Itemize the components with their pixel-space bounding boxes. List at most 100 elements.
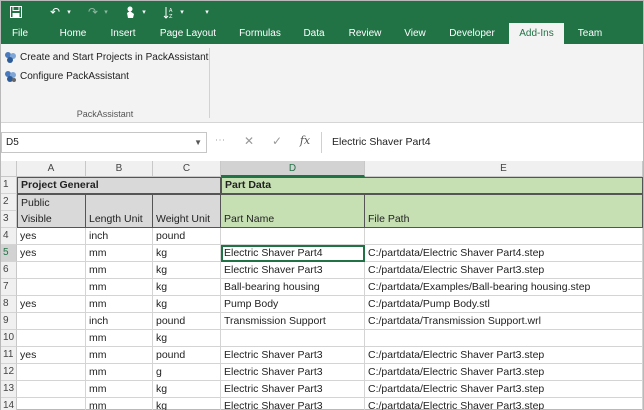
row-header[interactable]: 1 [1,177,17,194]
tab-data[interactable]: Data [295,23,333,44]
row-header[interactable]: 4 [1,228,17,245]
redo-dropdown-icon[interactable]: ▾ [102,4,110,20]
cell-a11[interactable]: yes [17,347,86,364]
redo-icon[interactable]: ↷ [85,4,101,20]
touch-mode-icon[interactable] [123,4,139,20]
row-header[interactable]: 2 [1,194,17,211]
cell-d6[interactable]: Electric Shaver Part3 [221,262,365,279]
cell-a1[interactable]: Project General [17,177,221,194]
tab-review[interactable]: Review [341,23,389,44]
insert-function-icon[interactable]: fx [297,134,313,150]
cell-b12[interactable]: mm [86,364,153,381]
row-header[interactable]: 13 [1,381,17,398]
column-header-d[interactable]: D [221,161,365,177]
cell-d8[interactable]: Pump Body [221,296,365,313]
cell-b14[interactable]: mm [86,398,153,410]
row-header[interactable]: 6 [1,262,17,279]
column-header-c[interactable]: C [153,161,221,177]
cell-d13[interactable]: Electric Shaver Part3 [221,381,365,398]
name-box-dropdown-icon[interactable]: ▼ [194,133,202,152]
cell-e13[interactable]: C:/partdata/Electric Shaver Part3.step [365,381,643,398]
undo-icon[interactable]: ↶ [47,4,63,20]
cell-c12[interactable]: g [153,364,221,381]
row-header[interactable]: 10 [1,330,17,347]
cell-e11[interactable]: C:/partdata/Electric Shaver Part3.step [365,347,643,364]
tab-file[interactable]: File [3,23,37,44]
cell-b10[interactable]: mm [86,330,153,347]
undo-dropdown-icon[interactable]: ▾ [65,4,73,20]
row-header[interactable]: 12 [1,364,17,381]
cell-b7[interactable]: mm [86,279,153,296]
cell-d5[interactable]: Electric Shaver Part4 [221,245,365,262]
cell-e4[interactable] [365,228,643,245]
cell-d9[interactable]: Transmission Support [221,313,365,330]
cell-a9[interactable] [17,313,86,330]
tab-formulas[interactable]: Formulas [231,23,289,44]
row-header[interactable]: 9 [1,313,17,330]
cell-e9[interactable]: C:/partdata/Transmission Support.wrl [365,313,643,330]
cell-c11[interactable]: pound [153,347,221,364]
cell-c7[interactable]: kg [153,279,221,296]
cell-c10[interactable]: kg [153,330,221,347]
cell-d14[interactable]: Electric Shaver Part3 [221,398,365,410]
save-icon[interactable] [8,4,24,20]
cell-a6[interactable] [17,262,86,279]
row-header[interactable]: 8 [1,296,17,313]
cell-a14[interactable] [17,398,86,410]
cell-e12[interactable]: C:/partdata/Electric Shaver Part3.step [365,364,643,381]
cell-a13[interactable] [17,381,86,398]
cell-d7[interactable]: Ball-bearing housing [221,279,365,296]
cell-a7[interactable] [17,279,86,296]
customize-toolbar-icon[interactable]: ▾ [202,4,212,20]
cell-a8[interactable]: yes [17,296,86,313]
cell-c9[interactable]: pound [153,313,221,330]
cell-c3[interactable]: Weight Unit [153,194,221,228]
cell-b4[interactable]: inch [86,228,153,245]
cell-e8[interactable]: C:/partdata/Pump Body.stl [365,296,643,313]
cell-c6[interactable]: kg [153,262,221,279]
row-header[interactable]: 14 [1,398,17,410]
enter-icon[interactable]: ✓ [269,134,285,150]
row-header[interactable]: 5 [1,245,17,262]
tab-team[interactable]: Team [570,23,610,44]
sort-icon[interactable]: AZ [161,4,177,20]
cell-a12[interactable] [17,364,86,381]
cell-c13[interactable]: kg [153,381,221,398]
cell-c8[interactable]: kg [153,296,221,313]
cell-d12[interactable]: Electric Shaver Part3 [221,364,365,381]
cell-a5[interactable]: yes [17,245,86,262]
cell-b8[interactable]: mm [86,296,153,313]
row-header[interactable]: 11 [1,347,17,364]
cell-b5[interactable]: mm [86,245,153,262]
cell-b3[interactable]: Length Unit [86,194,153,228]
cell-e10[interactable] [365,330,643,347]
row-header[interactable]: 3 [1,211,17,228]
cell-b13[interactable]: mm [86,381,153,398]
configure-packassistant-button[interactable]: Configure PackAssistant [4,68,129,84]
cell-a4[interactable]: yes [17,228,86,245]
cell-a10[interactable] [17,330,86,347]
touch-mode-dropdown-icon[interactable]: ▾ [140,4,148,20]
name-box[interactable]: D5 ▼ [1,132,207,153]
cell-b6[interactable]: mm [86,262,153,279]
cancel-icon[interactable]: ✕ [241,134,257,150]
cell-e7[interactable]: C:/partdata/Examples/Ball-bearing housin… [365,279,643,296]
column-header-a[interactable]: A [17,161,86,177]
formula-bar-grip-icon[interactable]: ⋮ [214,135,225,145]
tab-view[interactable]: View [395,23,435,44]
cell-c14[interactable]: kg [153,398,221,410]
cell-d3[interactable]: Part Name [221,194,365,228]
tab-developer[interactable]: Developer [441,23,503,44]
tab-page-layout[interactable]: Page Layout [153,23,223,44]
cell-a2-a3[interactable]: Public Visible [17,194,86,228]
cell-d1[interactable]: Part Data [221,177,643,194]
column-header-b[interactable]: B [86,161,153,177]
row-header[interactable]: 7 [1,279,17,296]
cell-c4[interactable]: pound [153,228,221,245]
tab-add-ins[interactable]: Add-Ins [509,23,564,44]
create-start-projects-button[interactable]: Create and Start Projects in PackAssista… [4,49,208,65]
sort-dropdown-icon[interactable]: ▾ [178,4,186,20]
cell-e3[interactable]: File Path [365,194,643,228]
formula-input[interactable]: Electric Shaver Part4 [332,132,431,153]
cell-d10[interactable] [221,330,365,347]
